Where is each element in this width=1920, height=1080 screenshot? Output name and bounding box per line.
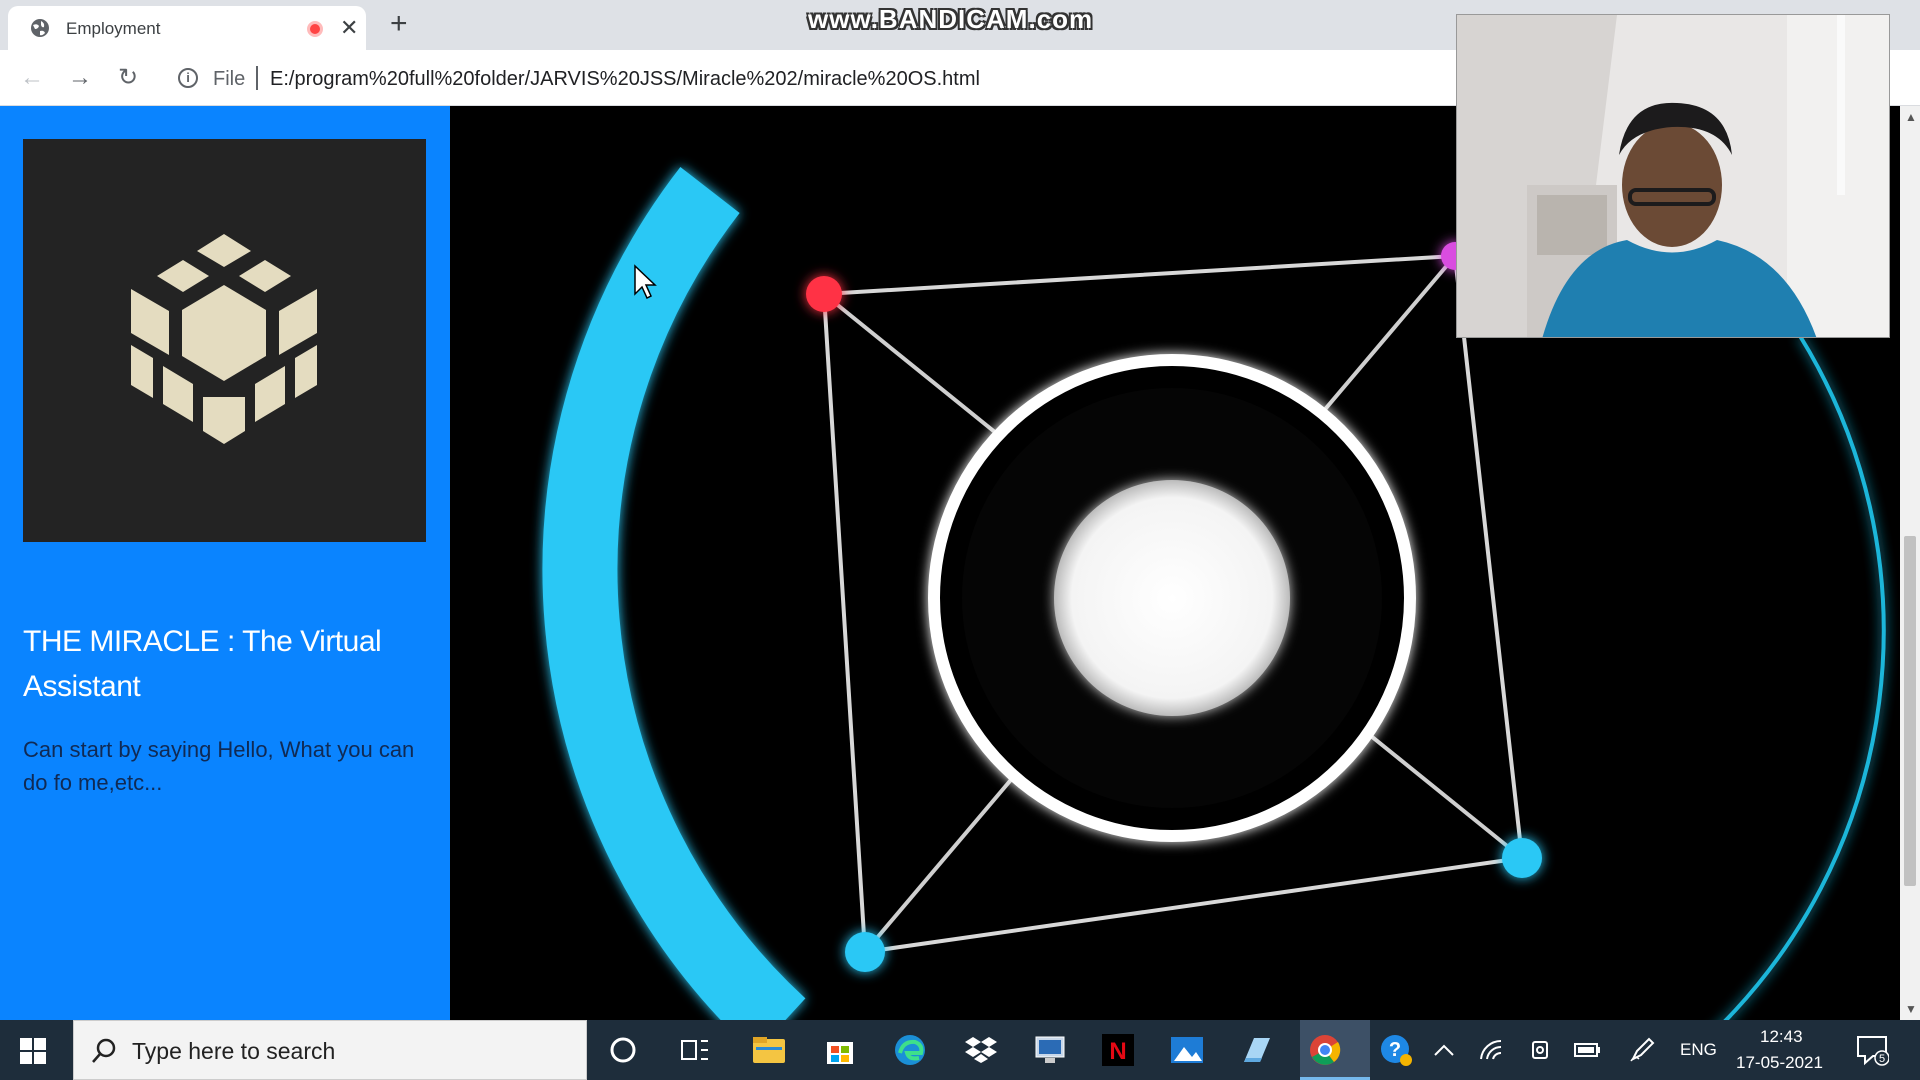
- back-button[interactable]: ←: [16, 62, 48, 94]
- browser-tab[interactable]: Employment ✕: [8, 6, 366, 50]
- dropbox-icon[interactable]: [961, 1030, 1001, 1070]
- page-scrollbar[interactable]: ▲ ▼: [1900, 106, 1920, 1020]
- scroll-up-icon[interactable]: ▲: [1905, 110, 1917, 124]
- netflix-icon[interactable]: N: [1098, 1030, 1138, 1070]
- hud-node-cyan-right: [1502, 838, 1542, 878]
- svg-text:N: N: [1109, 1038, 1126, 1065]
- edge-icon[interactable]: [890, 1030, 930, 1070]
- language-indicator[interactable]: ENG: [1680, 1040, 1717, 1060]
- chrome-icon[interactable]: [1305, 1030, 1345, 1070]
- url-divider: [256, 66, 258, 90]
- hud-node-red: [806, 276, 842, 312]
- address-bar[interactable]: i File E:/program%20full%20folder/JARVIS…: [170, 58, 1470, 98]
- security-label: File: [213, 68, 246, 90]
- hud-node-cyan-left: [845, 932, 885, 972]
- project-logo: [23, 139, 426, 542]
- bandicam-watermark: www.BANDICAM.com: [808, 4, 1094, 34]
- recording-indicator-icon: [307, 21, 323, 37]
- search-placeholder: Type here to search: [132, 1038, 336, 1064]
- tab-title: Employment: [66, 19, 161, 38]
- project-description: Can start by saying Hello, What you can …: [23, 737, 415, 795]
- scroll-down-icon[interactable]: ▼: [1905, 1002, 1917, 1016]
- info-icon[interactable]: i: [178, 68, 198, 88]
- photos-icon[interactable]: [1167, 1030, 1207, 1070]
- windows-taskbar: Type here to search N ? ENG 12:43 17-05-…: [0, 1020, 1920, 1080]
- webcam-overlay: [1456, 14, 1890, 338]
- notification-icon[interactable]: 5: [1852, 1030, 1892, 1070]
- wifi-icon[interactable]: [1472, 1030, 1512, 1070]
- svg-text:5: 5: [1879, 1053, 1885, 1065]
- isometric-cube-icon: [131, 234, 317, 444]
- chevron-up-icon[interactable]: [1424, 1030, 1464, 1070]
- pen-icon[interactable]: [1622, 1030, 1662, 1070]
- file-explorer-icon[interactable]: [749, 1030, 789, 1070]
- hud-right-arc: [1723, 334, 1886, 1020]
- webcam-feed: [1457, 15, 1889, 337]
- help-icon[interactable]: ?: [1376, 1030, 1416, 1070]
- cortana-icon[interactable]: [603, 1030, 643, 1070]
- svg-text:?: ?: [1389, 1039, 1401, 1061]
- network-app-icon[interactable]: [1030, 1030, 1070, 1070]
- task-view-icon[interactable]: [675, 1030, 715, 1070]
- device-icon[interactable]: [1520, 1030, 1560, 1070]
- url-text[interactable]: E:/program%20full%20folder/JARVIS%20JSS/…: [270, 68, 980, 91]
- project-title: THE MIRACLE : The Virtual Assistant: [23, 625, 382, 703]
- new-tab-button[interactable]: +: [390, 8, 408, 40]
- windows-start-icon[interactable]: [20, 1038, 46, 1064]
- taskbar-search-box[interactable]: Type here to search: [73, 1020, 587, 1080]
- hud-outer-arc: [542, 167, 806, 1020]
- clock-time[interactable]: 12:43: [1760, 1027, 1803, 1047]
- hud-core: [1054, 480, 1290, 716]
- notepad-icon[interactable]: [1236, 1030, 1276, 1070]
- forward-button[interactable]: →: [64, 62, 96, 94]
- tab-close-icon[interactable]: ✕: [340, 15, 358, 41]
- reload-button[interactable]: ↻: [112, 62, 144, 94]
- search-icon: [92, 1038, 116, 1063]
- battery-icon[interactable]: [1568, 1030, 1608, 1070]
- store-icon[interactable]: [820, 1030, 860, 1070]
- project-sidebar: THE MIRACLE : The Virtual Assistant Can …: [0, 106, 450, 1020]
- clock-date[interactable]: 17-05-2021: [1736, 1053, 1823, 1073]
- globe-icon: [31, 19, 49, 37]
- scroll-thumb[interactable]: [1904, 536, 1916, 886]
